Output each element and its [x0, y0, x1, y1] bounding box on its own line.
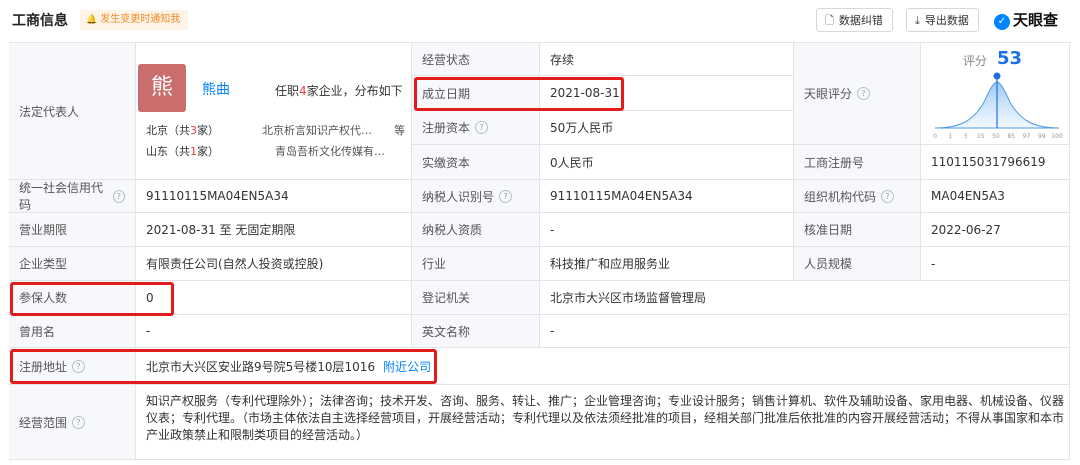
document-icon: 🗋 [825, 14, 834, 27]
insured-value: 0 [136, 281, 412, 315]
tax-id-label: 纳税人识别号? [412, 180, 540, 213]
industry-value: 科技推广和应用服务业 [540, 247, 794, 281]
score-label: 天眼评分? [794, 43, 921, 145]
score-tick-50: 50 [992, 133, 1000, 140]
score-tick-0: 0 [933, 133, 937, 140]
legal-rep-summary: 任职4家企业，分布如下 [275, 84, 403, 98]
term-label: 营业期限 [9, 213, 136, 247]
location-beijing-company[interactable]: 北京析言知识产权代… [262, 122, 372, 138]
english-name-label: 英文名称 [412, 315, 540, 348]
data-correction-button[interactable]: 🗋 数据纠错 [816, 8, 893, 32]
authority-label: 登记机关 [412, 281, 540, 315]
export-data-button[interactable]: ⤓ 导出数据 [906, 8, 979, 32]
help-icon[interactable]: ? [857, 87, 871, 100]
status-value: 存续 [540, 43, 794, 76]
help-icon[interactable]: ? [72, 359, 86, 373]
former-name-label: 曾用名 [9, 315, 136, 348]
score-tick-85: 85 [1007, 133, 1015, 140]
tax-qualification-value: - [540, 213, 794, 247]
tianyancha-logo: ✓ 天眼查 [994, 8, 1058, 32]
data-correction-label: 数据纠错 [838, 14, 883, 27]
help-icon[interactable]: ? [112, 189, 125, 203]
approve-date-label: 核准日期 [794, 213, 921, 247]
scope-value: 知识产权服务（专利代理除外）；法律咨询；技术开发、咨询、服务、转让、推广；企业管… [146, 394, 1065, 442]
location-beijing: 北京（共3家） [146, 124, 219, 137]
score-marker-dot [993, 72, 1001, 80]
help-icon[interactable]: ? [72, 415, 86, 429]
address-label: 注册地址? [9, 348, 136, 385]
score-number: 53 [997, 48, 1023, 69]
paid-capital-value: 0人民币 [540, 145, 794, 180]
download-icon: ⤓ [915, 14, 920, 27]
location-more[interactable]: 等 [394, 122, 405, 138]
paid-capital-label: 实缴资本 [412, 145, 540, 180]
staff-size-value: - [921, 247, 1070, 281]
help-icon[interactable]: ? [499, 189, 513, 203]
tax-id-value: 91110115MA04EN5A34 [540, 180, 794, 213]
reg-no-label: 工商注册号 [794, 145, 921, 180]
score-tick-100: 100 [1051, 133, 1063, 140]
tax-qualification-label: 纳税人资质 [412, 213, 540, 247]
logo-text: 天眼查 [1013, 11, 1059, 29]
company-type-value: 有限责任公司(自然人投资或控股) [136, 247, 412, 281]
org-code-value: MA04EN5A3 [921, 180, 1070, 213]
english-name-value: - [540, 315, 1070, 348]
status-label: 经营状态 [412, 43, 540, 76]
legal-rep-label: 法定代表人 [9, 43, 136, 180]
former-name-value: - [136, 315, 412, 348]
found-date-value: 2021-08-31 [540, 76, 794, 111]
score-tick-99: 99 [1038, 133, 1046, 140]
score-tick-labels: 0 1 3 15 50 85 97 99 100 [933, 133, 1063, 140]
insured-label: 参保人数 [9, 281, 136, 315]
reg-capital-label: 注册资本? [412, 111, 540, 145]
legal-rep-name-link[interactable]: 熊曲 [202, 79, 230, 99]
header-bar: 工商信息 🔔 发生变更时通知我 🗋 数据纠错 ⤓ 导出数据 ✓ 天眼查 [0, 0, 1080, 42]
reg-no-value: 110115031796619 [921, 145, 1070, 180]
address-value: 北京市大兴区安业路9号院5号楼10层1016 附近公司 [136, 348, 1070, 385]
found-date-label: 成立日期 [412, 76, 540, 111]
location-shandong-company[interactable]: 青岛吾析文化传媒有… [275, 143, 385, 159]
credit-code-value: 91110115MA04EN5A34 [136, 180, 412, 213]
credit-code-label: 统一社会信用代码? [9, 180, 136, 213]
location-shandong: 山东（共1家） [146, 145, 219, 158]
company-type-label: 企业类型 [9, 247, 136, 281]
staff-size-label: 人员规模 [794, 247, 921, 281]
org-code-label: 组织机构代码? [794, 180, 921, 213]
approve-date-value: 2022-06-27 [921, 213, 1070, 247]
reg-capital-value: 50万人民币 [540, 111, 794, 145]
score-tick-15: 15 [977, 133, 985, 140]
export-data-label: 导出数据 [924, 14, 969, 27]
score-tick-3: 3 [964, 133, 968, 140]
score-word: 评分 [963, 54, 988, 68]
score-tick-97: 97 [1023, 133, 1031, 140]
score-distribution-chart: 0 1 3 15 50 85 97 99 100 [933, 72, 1063, 140]
scope-label: 经营范围? [9, 385, 136, 460]
score-tick-1: 1 [948, 133, 952, 140]
section-title: 工商信息 [12, 13, 68, 29]
bell-icon: 🔔 [86, 15, 98, 25]
term-value: 2021-08-31 至 无固定期限 [136, 213, 412, 247]
industry-label: 行业 [412, 247, 540, 281]
nearby-companies-link[interactable]: 附近公司 [383, 358, 431, 375]
help-icon[interactable]: ? [881, 189, 895, 203]
change-notify-button[interactable]: 🔔 发生变更时通知我 [80, 10, 189, 30]
logo-icon: ✓ [994, 14, 1010, 30]
authority-value: 北京市大兴区市场监督管理局 [540, 281, 1070, 315]
change-notify-label: 发生变更时通知我 [100, 14, 181, 25]
help-icon[interactable]: ? [475, 121, 489, 134]
avatar[interactable]: 熊 [138, 64, 186, 112]
